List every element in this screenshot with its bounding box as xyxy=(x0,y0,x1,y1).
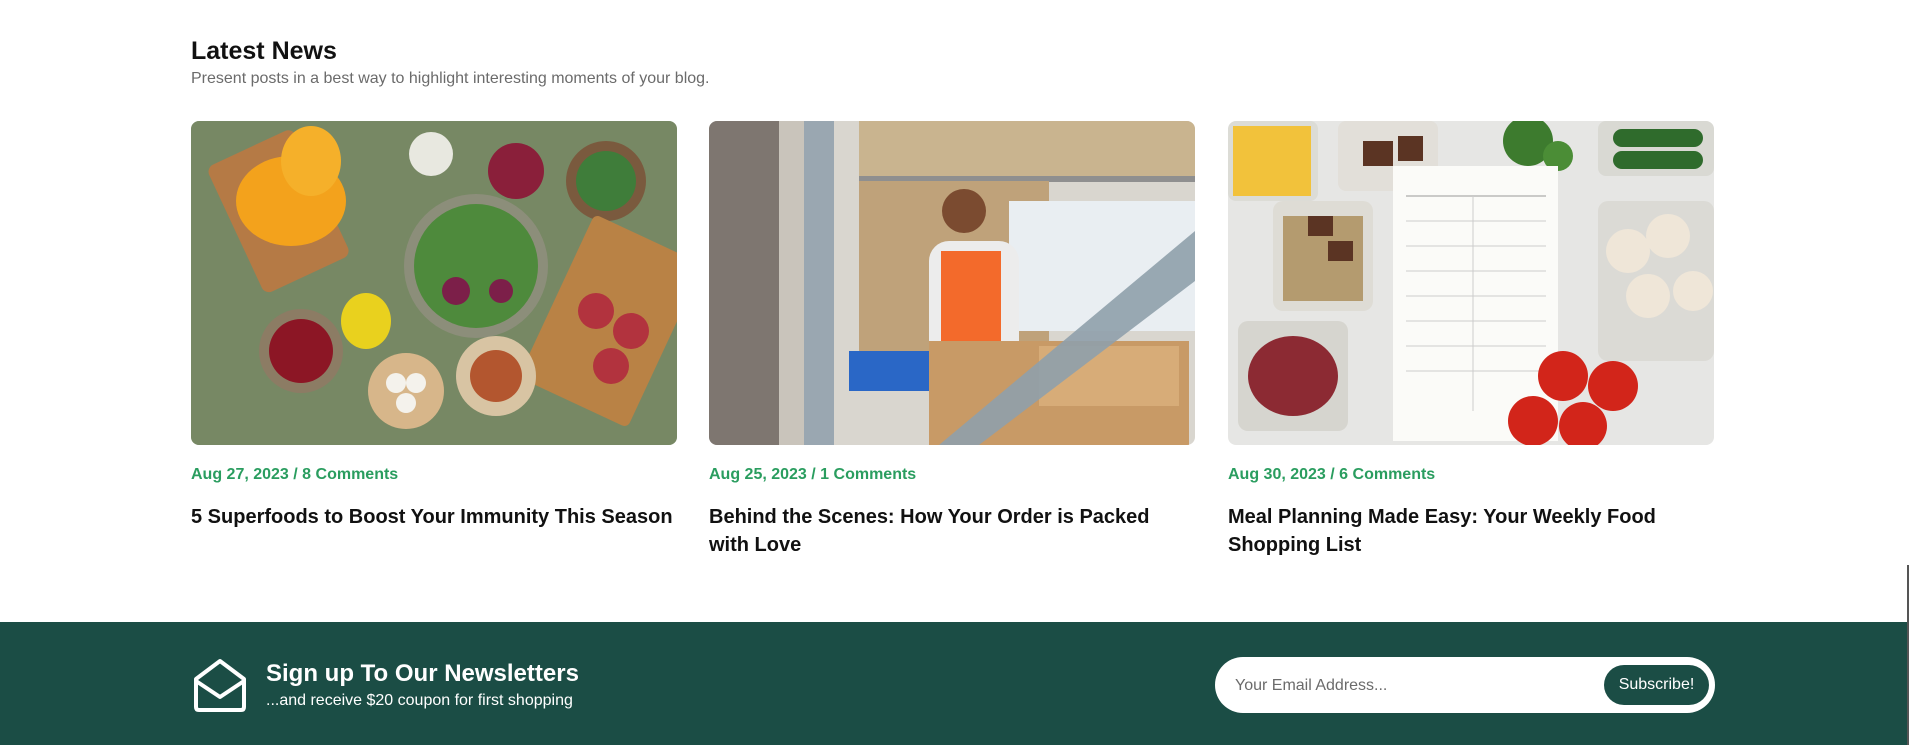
section-title: Latest News xyxy=(191,37,337,65)
subscribe-button[interactable]: Subscribe! xyxy=(1604,665,1709,705)
latest-news-header: Latest News Present posts in a best way … xyxy=(191,36,1716,89)
envelope-open-icon xyxy=(191,657,249,713)
newsletter-title: Sign up To Our Newsletters xyxy=(266,660,579,687)
post-meta[interactable]: Aug 25, 2023 / 1 Comments xyxy=(709,465,1195,485)
post-image-warehouse[interactable] xyxy=(709,121,1195,445)
post-title[interactable]: 5 Superfoods to Boost Your Immunity This… xyxy=(191,503,677,531)
post-cards: Aug 27, 2023 / 8 Comments 5 Superfoods t… xyxy=(191,121,1716,561)
post-meta[interactable]: Aug 30, 2023 / 6 Comments xyxy=(1228,465,1714,485)
newsletter-subtitle: ...and receive $20 coupon for first shop… xyxy=(266,692,573,709)
post-title[interactable]: Meal Planning Made Easy: Your Weekly Foo… xyxy=(1228,503,1714,559)
post-meta[interactable]: Aug 27, 2023 / 8 Comments xyxy=(191,465,677,485)
section-subtitle: Present posts in a best way to highlight… xyxy=(191,70,710,87)
post-image-meal-planner[interactable] xyxy=(1228,121,1714,445)
post-title[interactable]: Behind the Scenes: How Your Order is Pac… xyxy=(709,503,1195,559)
post-card[interactable]: Aug 30, 2023 / 6 Comments Meal Planning … xyxy=(1228,121,1714,559)
post-card[interactable]: Aug 27, 2023 / 8 Comments 5 Superfoods t… xyxy=(191,121,677,531)
post-card[interactable]: Aug 25, 2023 / 1 Comments Behind the Sce… xyxy=(709,121,1195,559)
post-image-superfoods[interactable] xyxy=(191,121,677,445)
newsletter-footer: Sign up To Our Newsletters ...and receiv… xyxy=(0,622,1909,745)
newsletter-form: Subscribe! xyxy=(1215,657,1715,713)
email-input[interactable] xyxy=(1233,671,1597,701)
